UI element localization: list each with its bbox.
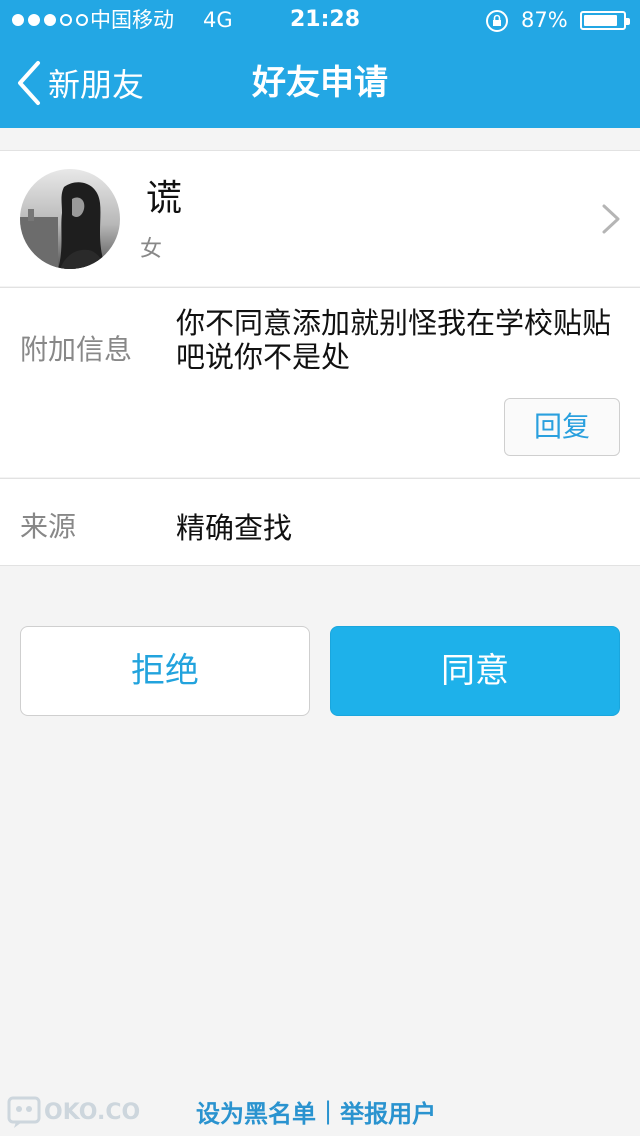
network-type: 4G: [203, 8, 233, 32]
chevron-right-icon: [602, 204, 620, 234]
reply-button[interactable]: 回复: [504, 398, 620, 456]
status-time: 21:28: [290, 7, 361, 32]
status-bar: 中国移动 4G 21:28 87%: [0, 0, 640, 40]
message-text: 你不同意添加就别怪我在学校贴贴吧说你不是处: [176, 306, 612, 374]
message-section: 附加信息 你不同意添加就别怪我在学校贴贴吧说你不是处 回复: [0, 287, 640, 477]
battery-percent: 87%: [521, 8, 568, 32]
signal-dots-icon: [12, 14, 88, 26]
avatar: [20, 169, 120, 269]
source-label: 来源: [20, 510, 77, 543]
source-section: 来源 精确查找: [0, 478, 640, 566]
source-value: 精确查找: [176, 511, 293, 545]
watermark: OKO.CO: [6, 1094, 140, 1130]
profile-card[interactable]: 谎 女: [0, 150, 640, 286]
header-bar: 中国移动 4G 21:28 87% 新朋友 好友申请: [0, 0, 640, 128]
carrier-name: 中国移动: [90, 8, 174, 32]
watermark-logo-icon: [7, 1096, 41, 1128]
message-label: 附加信息: [20, 333, 133, 366]
back-button[interactable]: 新朋友: [14, 56, 174, 110]
accept-button[interactable]: 同意: [330, 626, 620, 716]
blacklist-link[interactable]: 设为黑名单: [196, 1094, 316, 1129]
back-label: 新朋友: [48, 66, 145, 104]
report-user-link[interactable]: 举报用户: [340, 1094, 436, 1129]
reject-button[interactable]: 拒绝: [20, 626, 310, 716]
gender-label: 女: [140, 237, 163, 262]
watermark-text: OKO.CO: [44, 1099, 141, 1125]
chevron-left-icon: [18, 61, 40, 105]
nickname: 谎: [146, 178, 183, 219]
battery-icon: [580, 11, 630, 30]
rotation-lock-icon: [486, 10, 508, 32]
avatar-image: [20, 169, 120, 269]
footer-links: 设为黑名单 | 举报用户: [196, 1094, 436, 1128]
footer-separator: |: [324, 1097, 333, 1125]
